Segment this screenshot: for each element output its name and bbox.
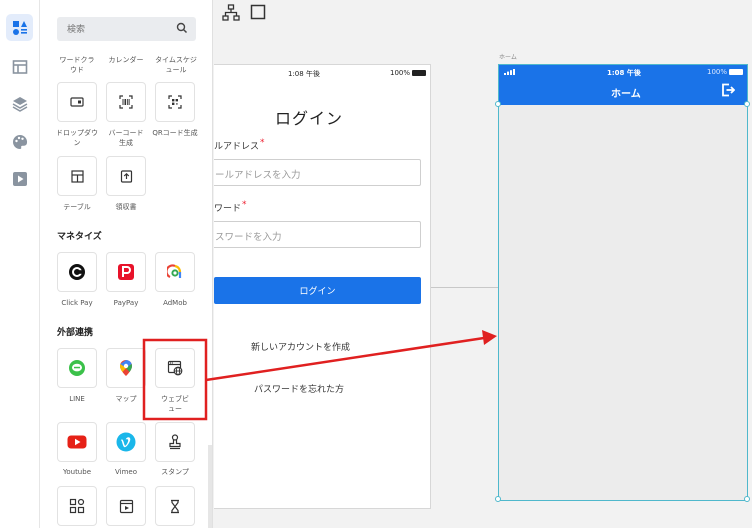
annotation-overlay xyxy=(142,330,497,421)
app-canvas: 検索 ワードクラウド カレンダー タイムスケジュール ドロップダウン バーコード… xyxy=(0,0,752,528)
annotation-arrowhead xyxy=(482,330,497,345)
annotation-highlight-box xyxy=(142,338,208,421)
annotation-arrow-line xyxy=(205,336,485,382)
